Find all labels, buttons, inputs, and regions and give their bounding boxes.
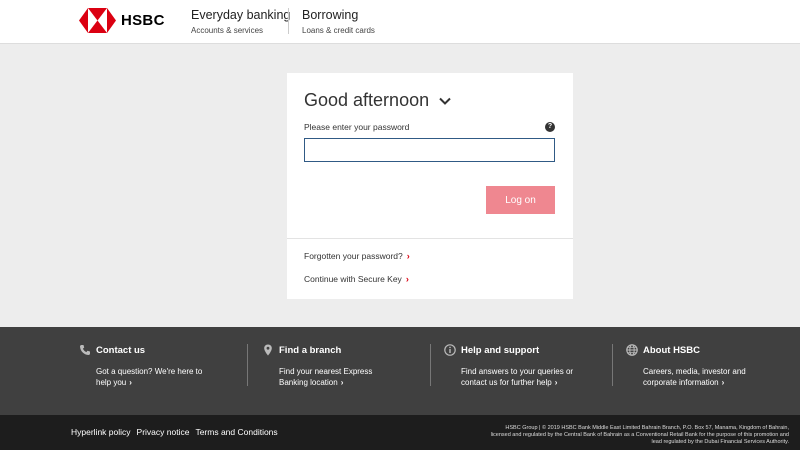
help-icon[interactable]: ? — [545, 122, 555, 132]
footer-link-contact[interactable]: Got a question? We're here to help you › — [96, 366, 249, 388]
footer-line: contact us for further help — [461, 378, 552, 387]
footer-line: Find answers to your queries or — [461, 367, 574, 376]
footer-link-branch[interactable]: Find your nearest Express Banking locati… — [279, 366, 432, 388]
logon-button[interactable]: Log on — [486, 186, 555, 214]
footer-line-wrap: Banking location › — [279, 377, 432, 388]
footer-heading-text: Find a branch — [279, 344, 342, 356]
greeting-text: Good afternoon — [304, 90, 430, 110]
chevron-right-icon: › — [405, 274, 409, 284]
nav-borrowing[interactable]: Borrowing Loans & credit cards — [302, 8, 375, 35]
footer-heading-text: Contact us — [96, 344, 146, 356]
footer-link-about[interactable]: Careers, media, investor and corporate i… — [643, 366, 796, 388]
chevron-right-icon: › — [554, 378, 558, 387]
legal-disclaimer: HSBC Group | © 2019 HSBC Bank Middle Eas… — [490, 425, 789, 445]
footer-line-wrap: help you › — [96, 377, 249, 388]
footer-legal: Hyperlink policy Privacy notice Terms an… — [0, 415, 800, 450]
footer-about-hsbc: About HSBC Careers, media, investor and … — [626, 344, 796, 388]
footer-heading: Help and support — [444, 344, 614, 356]
footer-line-wrap: corporate information › — [643, 377, 796, 388]
footer-line: Careers, media, investor and — [643, 367, 746, 376]
legal-links: Hyperlink policy Privacy notice Terms an… — [71, 427, 284, 437]
chevron-right-icon: › — [406, 251, 410, 261]
chevron-right-icon: › — [721, 378, 725, 387]
footer-divider — [430, 344, 431, 386]
secure-key-link[interactable]: Continue with Secure Key › — [304, 274, 409, 284]
footer-help-support: Help and support Find answers to your qu… — [444, 344, 614, 388]
nav-everyday-banking[interactable]: Everyday banking Accounts & services — [191, 8, 290, 35]
footer-heading-text: About HSBC — [643, 344, 700, 356]
terms-conditions-link[interactable]: Terms and Conditions — [195, 427, 277, 437]
password-label: Please enter your password — [304, 122, 410, 132]
hsbc-logo[interactable]: HSBC — [79, 8, 165, 33]
login-card: Good afternoon Please enter your passwor… — [287, 73, 573, 299]
globe-icon — [626, 344, 638, 356]
footer-divider — [612, 344, 613, 386]
hyperlink-policy-link[interactable]: Hyperlink policy — [71, 427, 131, 437]
footer-find-branch: Find a branch Find your nearest Express … — [262, 344, 432, 388]
password-input[interactable] — [304, 138, 555, 162]
chevron-right-icon: › — [340, 378, 344, 387]
chevron-down-icon — [439, 97, 451, 105]
footer-link-help[interactable]: Find answers to your queries or contact … — [461, 366, 614, 388]
footer-line: Banking location — [279, 378, 338, 387]
footer-divider — [247, 344, 248, 386]
chevron-right-icon: › — [129, 378, 132, 387]
link-label: Continue with Secure Key — [304, 274, 402, 284]
nav-divider — [288, 8, 289, 34]
site-header: HSBC Everyday banking Accounts & service… — [0, 0, 800, 44]
greeting-toggle[interactable]: Good afternoon — [304, 90, 451, 111]
phone-icon — [80, 345, 90, 355]
footer-heading-text: Help and support — [461, 344, 540, 356]
footer-info: Contact us Got a question? We're here to… — [0, 327, 800, 415]
privacy-notice-link[interactable]: Privacy notice — [137, 427, 190, 437]
footer-contact-us: Contact us Got a question? We're here to… — [79, 344, 249, 388]
footer-heading: Find a branch — [262, 344, 432, 356]
forgotten-password-link[interactable]: Forgotten your password? › — [304, 251, 410, 261]
nav-title: Borrowing — [302, 8, 359, 22]
location-pin-icon — [264, 344, 272, 356]
hsbc-hexagon-icon — [79, 8, 116, 33]
nav-subtitle: Loans & credit cards — [302, 26, 375, 35]
link-label: Forgotten your password? — [304, 251, 403, 261]
footer-line: corporate information — [643, 378, 719, 387]
card-divider — [287, 238, 573, 239]
footer-line-wrap: contact us for further help › — [461, 377, 614, 388]
logo-text: HSBC — [121, 12, 165, 29]
footer-line: Find your nearest Express — [279, 367, 373, 376]
footer-line: Got a question? We're here to — [96, 367, 203, 376]
nav-title: Everyday banking — [191, 8, 291, 22]
footer-heading: About HSBC — [626, 344, 796, 356]
nav-subtitle: Accounts & services — [191, 26, 264, 35]
footer-heading: Contact us — [79, 344, 249, 356]
footer-line: help you — [96, 378, 127, 387]
info-icon — [444, 344, 456, 356]
